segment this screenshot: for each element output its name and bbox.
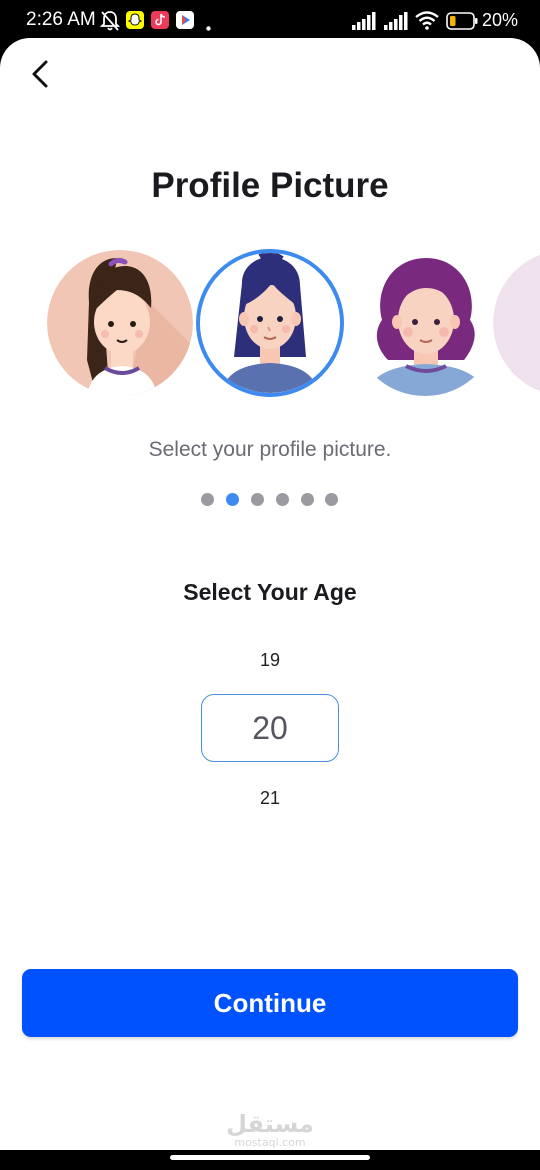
tiktok-icon bbox=[151, 10, 169, 35]
avatar-option-1[interactable] bbox=[47, 250, 193, 396]
dot-icon bbox=[206, 18, 211, 36]
signal-icon bbox=[352, 12, 376, 35]
avatar-option-2[interactable] bbox=[196, 249, 344, 397]
signal-icon bbox=[384, 12, 408, 35]
back-button[interactable] bbox=[22, 56, 58, 96]
age-selected-value[interactable]: 20 bbox=[201, 694, 339, 762]
status-bar: 2:26 AM 20% bbox=[0, 0, 540, 40]
age-option-previous[interactable]: 19 bbox=[0, 650, 540, 671]
home-indicator[interactable] bbox=[170, 1155, 370, 1160]
system-icons: 20% bbox=[352, 10, 522, 32]
chevron-left-icon bbox=[29, 59, 51, 94]
continue-button[interactable]: Continue bbox=[22, 969, 518, 1037]
avatar-partial-image bbox=[493, 254, 540, 392]
age-heading: Select Your Age bbox=[183, 579, 357, 605]
age-option-next[interactable]: 21 bbox=[0, 788, 540, 809]
watermark-arabic: مستقل bbox=[226, 1110, 314, 1138]
page-title: Profile Picture bbox=[151, 166, 389, 205]
wifi-icon bbox=[415, 11, 439, 35]
pagination-dot[interactable] bbox=[325, 493, 338, 506]
pagination-dot[interactable] bbox=[276, 493, 289, 506]
status-time: 2:26 AM bbox=[26, 9, 96, 30]
bell-off-icon bbox=[99, 10, 121, 37]
subtitle: Select your profile picture. bbox=[148, 438, 392, 461]
avatar-option-3[interactable] bbox=[352, 250, 498, 396]
battery-icon bbox=[446, 12, 478, 35]
battery-percent: 20% bbox=[482, 10, 519, 30]
snapchat-icon bbox=[126, 10, 144, 35]
pagination-dot[interactable] bbox=[301, 493, 314, 506]
pagination-dot-active[interactable] bbox=[226, 493, 239, 506]
avatar-option-4[interactable] bbox=[493, 250, 540, 396]
profile-setup-screen: Profile Picture Select your profile pict… bbox=[0, 38, 540, 1150]
pagination-dot[interactable] bbox=[251, 493, 264, 506]
play-games-icon bbox=[176, 10, 194, 35]
watermark-latin: mostaql.com bbox=[234, 1136, 306, 1149]
avatar-woman-curly-purple-image bbox=[352, 250, 498, 396]
watermark: مستقل mostaql.com bbox=[0, 1112, 540, 1148]
pagination-dot[interactable] bbox=[201, 493, 214, 506]
navigation-bar bbox=[0, 1150, 540, 1170]
avatar-girl-ponytail-image bbox=[47, 250, 193, 396]
carousel-pagination bbox=[201, 493, 341, 507]
avatar-woman-dark-hair-image bbox=[200, 253, 340, 393]
